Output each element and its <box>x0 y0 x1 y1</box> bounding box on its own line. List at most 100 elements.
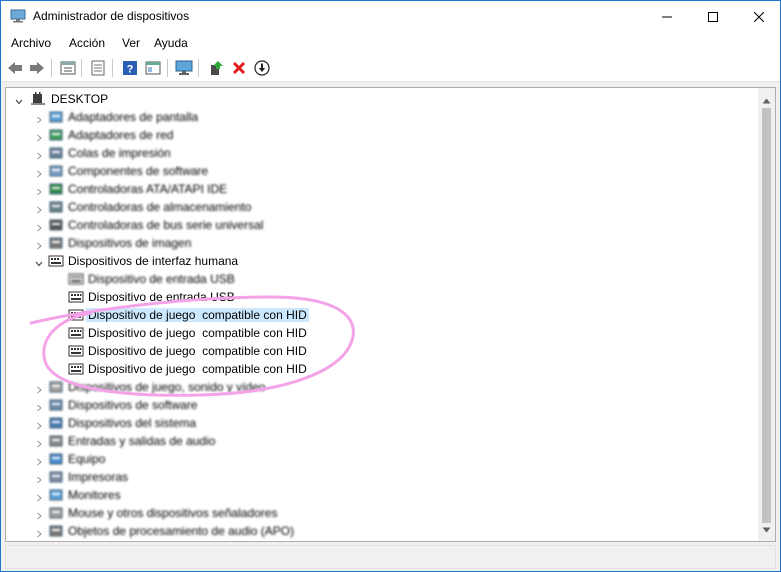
tree-item-label: Dispositivo de entrada USB <box>88 290 235 304</box>
chevron-right-icon[interactable] <box>35 239 43 250</box>
tree-item-label: Dispositivo de juego compatible con HID <box>86 308 309 322</box>
chevron-right-icon[interactable] <box>35 509 43 520</box>
properties-icon[interactable] <box>58 58 78 78</box>
tree-category-item[interactable]: Dispositivos del sistema <box>6 414 763 432</box>
chevron-right-icon[interactable] <box>35 131 43 142</box>
tree-category-item[interactable]: Mouse y otros dispositivos señaladores <box>6 504 763 522</box>
tree-category-item[interactable]: Dispositivos de software <box>6 396 763 414</box>
view-icon[interactable] <box>143 58 163 78</box>
vertical-scrollbar[interactable] <box>758 88 775 541</box>
display-adapter-icon <box>48 109 64 125</box>
tree-item-label: Dispositivo de juego compatible con HID <box>88 344 307 358</box>
computer-icon <box>48 451 64 467</box>
tree-category-item[interactable]: Dispositivos de interfaz humana <box>6 252 763 270</box>
hid-device-icon <box>68 307 84 323</box>
tree-child-item[interactable]: Dispositivo de entrada USB <box>6 270 763 288</box>
sound-icon <box>48 379 64 395</box>
tree-child-item[interactable]: Dispositivo de juego compatible con HID <box>6 306 763 324</box>
tree-category-item[interactable]: Equipo <box>6 450 763 468</box>
tree-item-label: Colas de impresión <box>68 146 171 160</box>
tree-item-label: Componentes de software <box>68 164 209 178</box>
tree-item-label: Dispositivos del sistema <box>68 416 197 430</box>
chevron-right-icon[interactable] <box>35 473 43 484</box>
chevron-right-icon[interactable] <box>35 221 43 232</box>
tree-item-label: Dispositivos de interfaz humana <box>68 254 239 268</box>
tree-item-label: Mouse y otros dispositivos señaladores <box>68 506 278 520</box>
chevron-right-icon[interactable] <box>35 383 43 394</box>
tree-category-item[interactable]: Colas de impresión <box>6 144 763 162</box>
chevron-right-icon[interactable] <box>35 437 43 448</box>
storage-controller-icon <box>48 199 64 215</box>
tree-category-item[interactable]: Controladoras de bus serie universal <box>6 216 763 234</box>
forward-arrow-icon[interactable] <box>27 58 47 78</box>
tree-category-item[interactable]: Entradas y salidas de audio <box>6 432 763 450</box>
monitor-icon[interactable] <box>174 58 194 78</box>
uninstall-icon[interactable] <box>229 58 249 78</box>
chevron-right-icon[interactable] <box>35 491 43 502</box>
tree-category-item[interactable]: Impresoras <box>6 468 763 486</box>
tree-child-item[interactable]: Dispositivo de juego compatible con HID <box>6 360 763 378</box>
device-list-icon[interactable] <box>88 58 108 78</box>
toolbar: ? <box>1 54 780 82</box>
tree-category-item[interactable]: Controladoras de almacenamiento <box>6 198 763 216</box>
tree-category-item[interactable]: Objetos de procesamiento de audio (APO) <box>6 522 763 540</box>
title-bar[interactable]: Administrador de dispositivos <box>1 1 780 32</box>
close-button[interactable] <box>736 1 781 32</box>
minimize-button[interactable] <box>644 1 690 32</box>
toolbar-separator <box>51 59 52 77</box>
audio-io-icon <box>48 433 64 449</box>
menu-ver[interactable]: Ver <box>122 36 140 50</box>
tree-root-row[interactable]: DESKTOP <box>6 90 763 108</box>
hid-device-icon <box>68 289 84 305</box>
device-tree[interactable]: DESKTOP Adaptadores de pantalla Adaptador… <box>5 87 776 542</box>
chevron-right-icon[interactable] <box>35 419 43 430</box>
tree-item-label: Dispositivo de entrada USB <box>88 272 235 286</box>
back-arrow-icon[interactable] <box>5 58 25 78</box>
tree-child-item[interactable]: Dispositivo de entrada USB <box>6 288 763 306</box>
ide-controller-icon <box>48 181 64 197</box>
help-icon[interactable]: ? <box>120 58 140 78</box>
tree-item-label: Dispositivo de juego compatible con HID <box>88 362 307 376</box>
scrollbar-thumb[interactable] <box>762 108 771 523</box>
menu-accion[interactable]: Acción <box>69 36 105 50</box>
tree-category-item[interactable]: Dispositivos de imagen <box>6 234 763 252</box>
tree-child-item[interactable]: Dispositivo de juego compatible con HID <box>6 324 763 342</box>
scroll-up-icon[interactable] <box>762 93 771 107</box>
menu-archivo[interactable]: Archivo <box>11 36 51 50</box>
tree-category-item[interactable]: Monitores <box>6 486 763 504</box>
tree-category-item[interactable]: Dispositivos de juego, sonido y vídeo <box>6 378 763 396</box>
update-driver-icon[interactable] <box>206 58 226 78</box>
device-manager-app-icon <box>10 9 26 23</box>
chevron-right-icon[interactable] <box>35 113 43 124</box>
hid-device-icon <box>68 343 84 359</box>
maximize-button[interactable] <box>690 1 736 32</box>
tree-category-item[interactable]: Adaptadores de pantalla <box>6 108 763 126</box>
camera-icon <box>48 235 64 251</box>
scroll-down-icon[interactable] <box>762 522 771 536</box>
chevron-right-icon[interactable] <box>35 455 43 466</box>
monitor-icon <box>48 487 64 503</box>
disable-icon[interactable] <box>252 58 272 78</box>
tree-item-label: Controladoras ATA/ATAPI IDE <box>68 182 228 196</box>
tree-category-item[interactable]: Componentes de software <box>6 162 763 180</box>
chevron-down-icon[interactable] <box>35 257 43 267</box>
tree-item-label: Objetos de procesamiento de audio (APO) <box>68 524 295 538</box>
tree-category-item[interactable]: Controladoras ATA/ATAPI IDE <box>6 180 763 198</box>
tree-item-label: Dispositivos de software <box>68 398 198 412</box>
chevron-right-icon[interactable] <box>35 167 43 178</box>
chevron-down-icon[interactable] <box>15 95 23 105</box>
chevron-right-icon[interactable] <box>35 401 43 412</box>
device-manager-window: Administrador de dispositivos Archivo Ac… <box>0 0 781 572</box>
menu-ayuda[interactable]: Ayuda <box>154 36 188 50</box>
hid-device-icon <box>68 271 84 287</box>
chevron-right-icon[interactable] <box>35 149 43 160</box>
chevron-right-icon[interactable] <box>35 527 43 538</box>
tree-item-label: Adaptadores de pantalla <box>68 110 199 124</box>
tree-category-item[interactable]: Adaptadores de red <box>6 126 763 144</box>
apo-icon <box>48 523 64 539</box>
tree-item-label: Dispositivo de juego compatible con HID <box>88 326 307 340</box>
chevron-right-icon[interactable] <box>35 203 43 214</box>
tree-child-item[interactable]: Dispositivo de juego compatible con HID <box>6 342 763 360</box>
status-bar <box>5 545 776 569</box>
chevron-right-icon[interactable] <box>35 185 43 196</box>
